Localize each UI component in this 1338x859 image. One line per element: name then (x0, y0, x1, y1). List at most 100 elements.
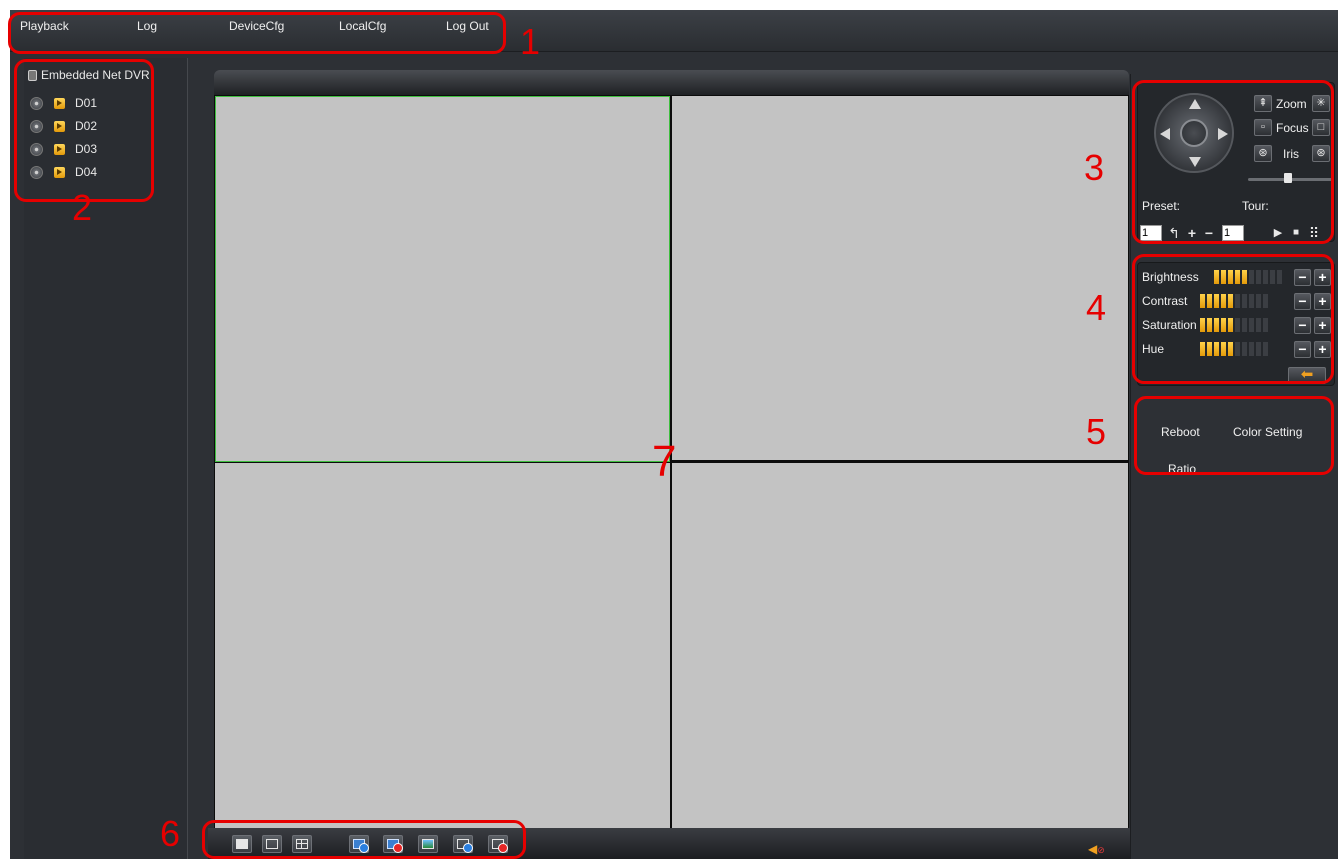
level-segment (1207, 294, 1212, 308)
video-toolbar (208, 828, 1130, 859)
ptz-down-icon[interactable] (1189, 157, 1201, 167)
level-segment (1214, 318, 1219, 332)
snapshot-button[interactable] (418, 835, 438, 853)
ptz-direction-pad[interactable] (1154, 93, 1234, 173)
video-cell-1[interactable] (215, 96, 670, 462)
channel-status-icon (30, 142, 43, 156)
menu-playback[interactable]: Playback (20, 19, 69, 33)
device-tree-root[interactable]: Embedded Net DVR (28, 68, 150, 82)
brightness-row: Brightness − + (1142, 267, 1332, 287)
video-cell-2[interactable] (672, 96, 1128, 460)
record-start-icon (457, 839, 473, 853)
focus-far-button[interactable]: □ (1312, 119, 1330, 136)
contrast-increase-button[interactable]: + (1314, 293, 1331, 310)
speaker-mute-icon[interactable]: ◀⊘ (1088, 842, 1105, 856)
fullscreen-button[interactable] (232, 835, 252, 853)
tour-input[interactable] (1222, 225, 1244, 241)
level-segment (1228, 294, 1233, 308)
level-segment (1200, 294, 1205, 308)
level-segment (1263, 270, 1268, 284)
preset-label: Preset: (1142, 199, 1181, 213)
color-setting-button[interactable]: Color Setting (1233, 425, 1302, 439)
level-segment (1235, 294, 1240, 308)
brightness-increase-button[interactable]: + (1314, 269, 1331, 286)
call-preset-icon[interactable]: ↰ (1166, 225, 1182, 241)
ptz-speed-slider[interactable] (1248, 173, 1332, 183)
open-all-icon (353, 839, 369, 853)
level-segment (1242, 342, 1247, 356)
menu-local-cfg[interactable]: LocalCfg (339, 19, 386, 33)
level-segment (1270, 270, 1275, 284)
focus-label: Focus (1276, 121, 1309, 135)
level-segment (1221, 294, 1226, 308)
ptz-control-box: ⇞ Zoom ✳ ▫ Focus □ ⊛ Iris ⊛ Preset: Tour… (1137, 82, 1335, 242)
level-segment (1256, 270, 1261, 284)
contrast-row: Contrast − + (1142, 291, 1332, 311)
brightness-decrease-button[interactable]: − (1294, 269, 1311, 286)
tour-grid-icon[interactable]: ⠿ (1306, 225, 1322, 241)
menu-log[interactable]: Log (137, 19, 157, 33)
single-view-button[interactable] (262, 835, 282, 853)
annotation-label-3: 3 (1084, 147, 1105, 188)
channel-status-icon (30, 96, 43, 110)
open-all-button[interactable] (349, 835, 369, 853)
saturation-increase-button[interactable]: + (1314, 317, 1331, 334)
ptz-up-icon[interactable] (1189, 99, 1201, 109)
level-segment (1263, 342, 1268, 356)
play-channel-icon[interactable] (54, 143, 65, 155)
ratio-button[interactable]: Ratio (1168, 462, 1196, 476)
tour-label: Tour: (1242, 199, 1269, 213)
ptz-auto-pan-button[interactable] (1180, 119, 1208, 147)
iris-close-button[interactable]: ⊛ (1254, 145, 1272, 162)
saturation-decrease-button[interactable]: − (1294, 317, 1311, 334)
snapshot-icon (422, 839, 434, 849)
focus-near-button[interactable]: ▫ (1254, 119, 1272, 136)
record-start-button[interactable] (453, 835, 473, 853)
close-all-icon (387, 839, 403, 853)
contrast-decrease-button[interactable]: − (1294, 293, 1311, 310)
add-preset-icon[interactable]: + (1184, 225, 1200, 241)
tour-stop-icon[interactable]: ■ (1288, 225, 1304, 241)
preset-input[interactable] (1140, 225, 1162, 241)
level-segment (1214, 270, 1219, 284)
play-channel-icon[interactable] (54, 120, 65, 132)
menu-device-cfg[interactable]: DeviceCfg (229, 19, 284, 33)
level-segment (1228, 342, 1233, 356)
ptz-right-icon[interactable] (1218, 128, 1228, 140)
restore-default-button[interactable]: ⬅ (1288, 367, 1326, 384)
channel-item-d02[interactable]: D02 (30, 119, 97, 133)
zoom-out-button[interactable]: ✳ (1312, 95, 1330, 112)
level-segment (1242, 294, 1247, 308)
channel-label: D04 (75, 165, 98, 179)
channel-item-d03[interactable]: D03 (30, 142, 97, 156)
level-segment (1249, 270, 1254, 284)
record-stop-button[interactable] (488, 835, 508, 853)
menu-log-out[interactable]: Log Out (446, 19, 489, 33)
level-segment (1200, 342, 1205, 356)
hue-increase-button[interactable]: + (1314, 341, 1331, 358)
ptz-speed-thumb[interactable] (1284, 173, 1292, 183)
dvr-client-window: Playback Log DeviceCfg LocalCfg Log Out … (10, 10, 1338, 859)
channel-item-d01[interactable]: D01 (30, 96, 97, 110)
play-channel-icon[interactable] (54, 166, 65, 178)
channel-item-d04[interactable]: D04 (30, 165, 97, 179)
ptz-left-icon[interactable] (1160, 128, 1170, 140)
channel-label: D02 (75, 119, 98, 133)
video-cell-4[interactable] (672, 463, 1128, 828)
control-panel: ⇞ Zoom ✳ ▫ Focus □ ⊛ Iris ⊛ Preset: Tour… (1130, 74, 1338, 859)
contrast-label: Contrast (1142, 294, 1188, 308)
record-stop-icon (492, 839, 508, 853)
quad-view-button[interactable] (292, 835, 312, 853)
iris-open-button[interactable]: ⊛ (1312, 145, 1330, 162)
delete-preset-icon[interactable]: − (1201, 225, 1217, 241)
tour-start-icon[interactable]: ▶ (1270, 225, 1286, 241)
menu-bar: Playback Log DeviceCfg LocalCfg Log Out (10, 10, 1338, 52)
zoom-in-button[interactable]: ⇞ (1254, 95, 1272, 112)
video-cell-3[interactable] (215, 463, 670, 828)
iris-label: Iris (1283, 147, 1299, 161)
close-all-button[interactable] (383, 835, 403, 853)
play-channel-icon[interactable] (54, 97, 65, 109)
reboot-button[interactable]: Reboot (1161, 425, 1200, 439)
level-segment (1256, 294, 1261, 308)
hue-decrease-button[interactable]: − (1294, 341, 1311, 358)
